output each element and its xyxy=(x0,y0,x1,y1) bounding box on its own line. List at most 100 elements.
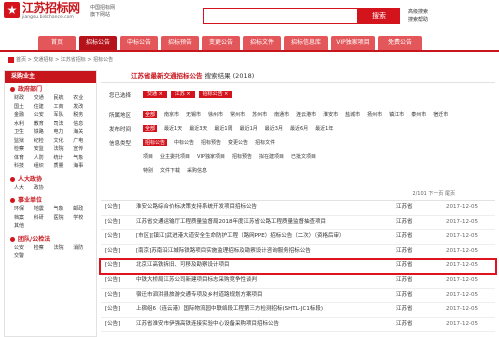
sidebar-link[interactable]: 统计 xyxy=(54,154,72,163)
sidebar-link[interactable]: 其他 xyxy=(14,222,32,231)
nav-tab[interactable]: 中标公告 xyxy=(120,36,158,50)
result-title-link[interactable]: 中铁大桥局江苏公司新建项目标志采购竞争性谈判 xyxy=(136,273,396,289)
filter-option[interactable]: 最近1天 xyxy=(164,125,182,132)
sidebar-link[interactable]: 纪检 xyxy=(34,137,52,146)
sidebar-link[interactable]: 公安 xyxy=(14,244,32,253)
nav-tab[interactable]: 免费公告 xyxy=(378,36,422,50)
filter-option[interactable]: 最近3天 xyxy=(189,125,207,132)
nav-tab[interactable]: 招标文件 xyxy=(243,36,281,50)
sidebar-link[interactable]: 电力 xyxy=(54,128,72,137)
table-row[interactable]: [公告] 北京江高铁拆旧、可移及勘察设计项目 江苏省 2017-12-05 xyxy=(101,258,495,274)
filter-option[interactable]: 招标预告 xyxy=(232,153,252,160)
nav-tab[interactable]: 招标信息库 xyxy=(284,36,328,50)
sidebar-link[interactable]: 医院 xyxy=(54,214,72,223)
sidebar-link[interactable]: 司法 xyxy=(54,120,72,129)
sidebar-link[interactable]: 税务 xyxy=(73,111,91,120)
filter-option[interactable]: 镇江市 xyxy=(389,111,404,118)
sidebar-link[interactable]: 组织 xyxy=(34,162,52,171)
sidebar-link[interactable]: 体育 xyxy=(14,154,32,163)
nav-tab[interactable]: VIP独家项目 xyxy=(331,36,375,50)
result-title-link[interactable]: 北京江高铁拆旧、可移及勘察设计项目 xyxy=(136,258,396,274)
result-title-link[interactable]: 江苏省交通运输厅工程质量监督局2018年度江苏省公路工程质量监督抽查项目 xyxy=(136,215,396,231)
filter-option[interactable]: 连云港市 xyxy=(296,111,316,118)
nav-tab[interactable]: 招标公告 xyxy=(79,36,117,50)
filter-option[interactable]: 业主委托项目 xyxy=(160,153,190,160)
sidebar-link[interactable]: 质量 xyxy=(54,162,72,171)
sidebar-link[interactable]: 信息 xyxy=(73,120,91,129)
result-title-link[interactable]: 宿迁市泗洪县旅游交通专项及乡村道路规划方案项目 xyxy=(136,288,396,304)
sidebar-link[interactable]: 广电 xyxy=(73,137,91,146)
filter-option[interactable]: 淮安市 xyxy=(323,111,338,118)
sidebar-link[interactable]: 消防 xyxy=(73,244,91,253)
filter-option[interactable]: 徐州市 xyxy=(208,111,223,118)
sidebar-link[interactable]: 卫生 xyxy=(14,128,32,137)
filter-option[interactable]: 最近1周 xyxy=(214,125,232,132)
sidebar-link[interactable]: 海关 xyxy=(73,128,91,137)
filter-option[interactable]: 扬州市 xyxy=(367,111,382,118)
table-row[interactable]: [公告] 江苏省交通运输厅工程质量监督局2018年度江苏省公路工程质量监督抽查项目… xyxy=(101,215,495,231)
sidebar-link[interactable]: 气象 xyxy=(73,154,91,163)
table-row[interactable]: [公告] 江苏省淮安市伊强高铁连接实验中心设备采购项目招标公告 江苏省 2017-12… xyxy=(101,317,495,333)
result-title-link[interactable]: 上宿组6（连云港）国际物流园中联络段工程第三方检测招标(SHTL-JC1标段) xyxy=(136,302,396,318)
selected-filter-tag[interactable]: 招标公告 × xyxy=(198,91,233,98)
filter-option[interactable]: 已批文项目 xyxy=(291,153,316,160)
filter-option[interactable]: 南通市 xyxy=(274,111,289,118)
sidebar-link[interactable]: 气象 xyxy=(54,205,72,214)
sidebar-link[interactable]: 民航 xyxy=(54,94,72,103)
filter-option[interactable]: 常州市 xyxy=(230,111,245,118)
selected-filter-tag[interactable]: 交通 × xyxy=(143,91,167,98)
table-row[interactable]: [公告] 淮安公路综合价标决策支持系统开发项目招标公告 江苏省 2017-12-05 xyxy=(101,201,495,216)
table-row[interactable]: [公告] [南京]苏南沿江城际铁路项目实施监理招标及勘察设计咨询服务招标公告 江苏省… xyxy=(101,244,495,260)
filter-option[interactable]: 盐城市 xyxy=(345,111,360,118)
nav-tab[interactable]: 首页 xyxy=(38,36,76,50)
filter-option[interactable]: 招标文件 xyxy=(255,139,275,146)
filter-option[interactable]: 最近1年 xyxy=(315,125,333,132)
sidebar-link[interactable]: 住建 xyxy=(34,103,52,112)
filter-option[interactable]: VIP独家项目 xyxy=(197,153,225,160)
sidebar-link[interactable]: 政协 xyxy=(34,184,52,193)
sidebar-link[interactable]: 邮政 xyxy=(73,205,91,214)
sidebar-link[interactable]: 法院 xyxy=(54,244,72,253)
sidebar-link[interactable]: 宣传 xyxy=(73,145,91,154)
sidebar-link[interactable]: 法院 xyxy=(54,145,72,154)
search-button[interactable]: 搜索 xyxy=(358,8,400,24)
pagination[interactable]: 2/101 下一页 尾页 xyxy=(412,190,455,197)
filter-option[interactable]: 宿迁市 xyxy=(433,111,448,118)
filter-option[interactable]: 最近3月 xyxy=(265,125,283,132)
sidebar-link[interactable]: 农业 xyxy=(73,94,91,103)
sidebar-link[interactable]: 军队 xyxy=(54,111,72,120)
filter-option[interactable]: 文件下载 xyxy=(160,167,180,174)
sidebar-link[interactable]: 水利 xyxy=(14,120,32,129)
sidebar-link[interactable]: 工商 xyxy=(54,103,72,112)
search-input[interactable] xyxy=(203,8,358,24)
sidebar-link[interactable]: 交警 xyxy=(14,252,32,261)
nav-tab[interactable]: 变更公告 xyxy=(202,36,240,50)
sidebar-link[interactable]: 海事 xyxy=(73,162,91,171)
result-title-link[interactable]: [市区][镇江]武进港大道安全生命防护工程（路网PPE）招标公告（二次）（资格后… xyxy=(136,229,396,245)
filter-option[interactable]: 最近1月 xyxy=(240,125,258,132)
filter-option[interactable]: 变更公告 xyxy=(228,139,248,146)
result-title-link[interactable]: 江苏省淮安市伊强高铁连接实验中心设备采购项目招标公告 xyxy=(136,317,396,333)
filter-option[interactable]: 中标公告 xyxy=(174,139,194,146)
sidebar-link[interactable]: 科研 xyxy=(34,214,52,223)
sidebar-link[interactable]: 文化 xyxy=(54,137,72,146)
sidebar-link[interactable]: 教育 xyxy=(34,120,52,129)
advanced-search-link[interactable]: 高级搜索 xyxy=(408,8,428,16)
sidebar-link[interactable]: 安监 xyxy=(34,145,52,154)
filter-option[interactable]: 泰州市 xyxy=(411,111,426,118)
search-help-link[interactable]: 搜索帮助 xyxy=(408,16,428,24)
filter-option[interactable]: 无锡市 xyxy=(186,111,201,118)
filter-option[interactable]: 招标预告 xyxy=(201,139,221,146)
table-row[interactable]: [公告] [市区][镇江]武进港大道安全生命防护工程（路网PPE）招标公告（二次）… xyxy=(101,229,495,245)
sidebar-link[interactable]: 财政 xyxy=(14,94,32,103)
sidebar-link[interactable]: 科技 xyxy=(14,162,32,171)
sidebar-link[interactable]: 监狱 xyxy=(14,137,32,146)
filter-option[interactable]: 拟在建项目 xyxy=(259,153,284,160)
sidebar-link[interactable]: 人大 xyxy=(14,184,32,193)
filter-option[interactable]: 项目 xyxy=(143,153,153,160)
table-row[interactable]: [公告] 上宿组6（连云港）国际物流园中联络段工程第三方检测招标(SHTL-JC1… xyxy=(101,302,495,318)
sidebar-link[interactable]: 金融 xyxy=(14,111,32,120)
result-title-link[interactable]: [南京]苏南沿江城际铁路项目实施监理招标及勘察设计咨询服务招标公告 xyxy=(136,244,396,260)
sidebar-link[interactable]: 学校 xyxy=(73,214,91,223)
nav-tab[interactable]: 招标预告 xyxy=(161,36,199,50)
